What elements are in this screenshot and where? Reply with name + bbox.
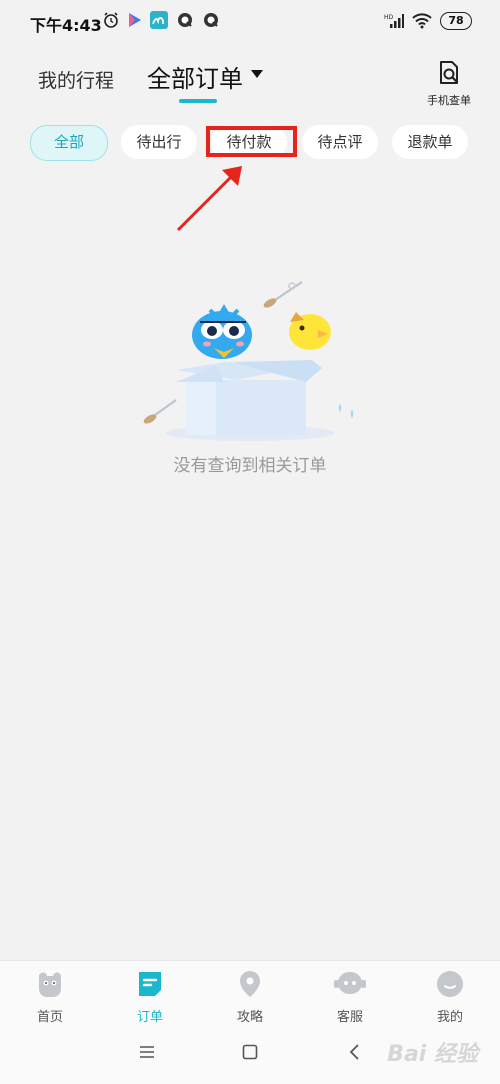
filter-all[interactable]: 全部 <box>30 125 108 161</box>
filter-pending-review[interactable]: 待点评 <box>302 125 378 159</box>
tab-guides[interactable]: 攻略 <box>210 969 290 1025</box>
status-system-icons: HD 78 <box>384 12 472 30</box>
tab-profile-label: 我的 <box>436 1010 463 1025</box>
phone-query-button[interactable]: 手机查单 <box>424 60 474 108</box>
caret-down-icon[interactable] <box>251 70 263 78</box>
profile-icon <box>437 971 463 997</box>
tab-profile[interactable]: 我的 <box>410 969 490 1025</box>
bottom-tab-bar: 首页 订单 攻略 客服 我的 <box>0 960 500 1025</box>
status-notification-icons <box>102 11 220 29</box>
tab-orders-label: 订单 <box>136 1010 163 1025</box>
camel-app-icon <box>150 11 168 29</box>
location-pin-icon <box>240 971 260 997</box>
highlight-annotation-box <box>206 126 297 157</box>
status-time: 下午4:43 <box>30 16 102 35</box>
tab-all-orders[interactable]: 全部订单 <box>147 59 243 94</box>
filter-refunds[interactable]: 退款单 <box>392 125 468 159</box>
back-icon[interactable] <box>348 1044 360 1060</box>
alarm-icon <box>104 12 118 28</box>
watermark: Bai 经验 <box>387 1042 478 1067</box>
phone-query-label: 手机查单 <box>427 94 471 107</box>
search-document-icon <box>440 61 458 84</box>
status-bar: 下午4:43 HD 78 <box>0 0 500 44</box>
empty-state: 没有查询到相关订单 <box>0 270 500 490</box>
empty-box-illustration <box>143 281 354 441</box>
play-store-icon <box>129 13 141 27</box>
tab-customer-service[interactable]: 客服 <box>310 969 390 1025</box>
red-arrow-annotation <box>176 166 242 232</box>
tab-guides-label: 攻略 <box>236 1010 263 1025</box>
system-navigation-bar: Bai 经验 <box>0 1024 500 1084</box>
q-app-icon <box>178 13 192 27</box>
header: 我的行程 全部订单 手机查单 <box>0 50 500 110</box>
tab-home-label: 首页 <box>36 1010 63 1025</box>
q-app-icon <box>204 13 218 27</box>
home-square-icon[interactable] <box>242 1044 258 1060</box>
orders-icon <box>139 972 161 996</box>
svg-text:HD: HD <box>384 14 394 21</box>
menu-icon[interactable] <box>139 1044 155 1060</box>
tab-home[interactable]: 首页 <box>10 969 90 1025</box>
wifi-icon <box>412 13 432 29</box>
tab-orders[interactable]: 订单 <box>110 969 190 1025</box>
customer-service-icon <box>334 972 366 994</box>
empty-state-message: 没有查询到相关订单 <box>173 456 327 476</box>
home-icon <box>38 972 62 997</box>
signal-icon: HD <box>384 14 404 28</box>
tab-customer-service-label: 客服 <box>336 1010 363 1025</box>
battery-indicator: 78 <box>440 12 472 30</box>
active-tab-indicator <box>179 99 217 103</box>
tab-my-trips[interactable]: 我的行程 <box>38 66 114 93</box>
filter-pending-trip[interactable]: 待出行 <box>121 125 197 159</box>
